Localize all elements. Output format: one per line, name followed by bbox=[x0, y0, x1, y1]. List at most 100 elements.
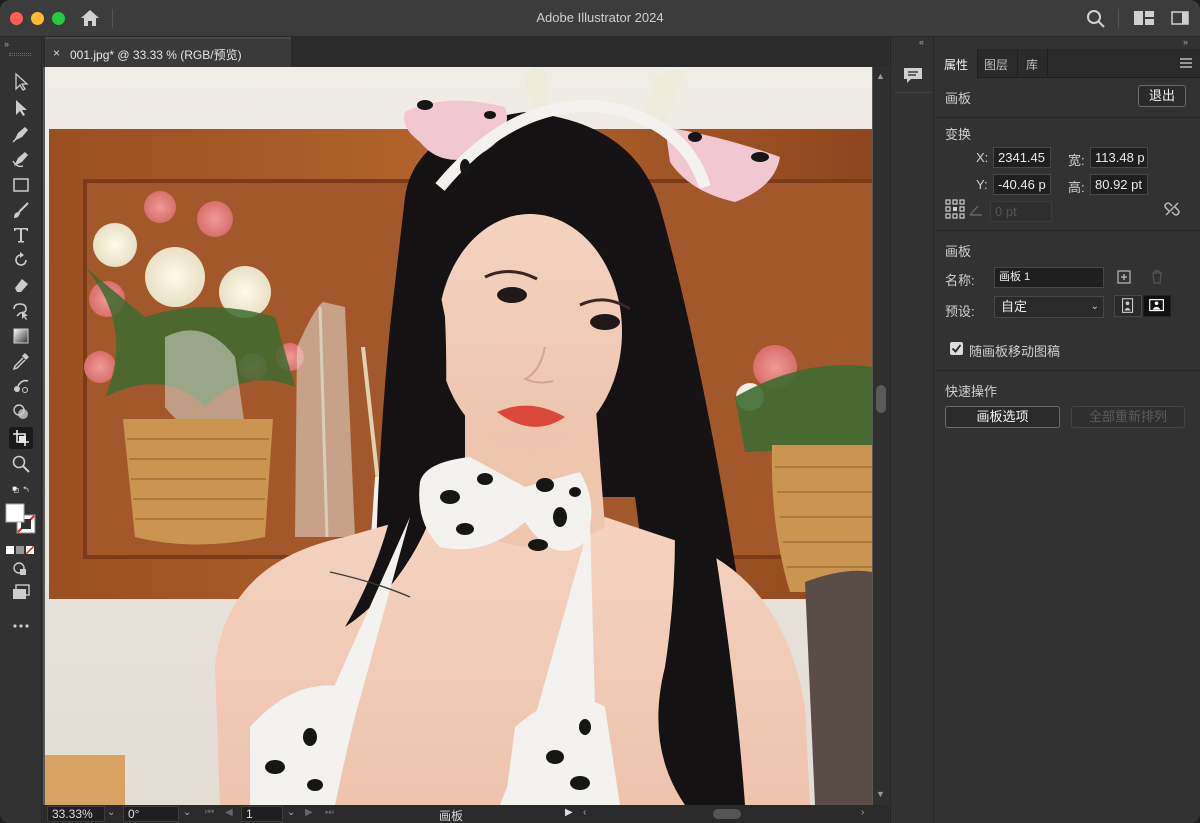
collapse-panel-icon[interactable]: ‹‹ bbox=[919, 37, 924, 47]
move-with-artboard-checkbox[interactable] bbox=[950, 342, 963, 355]
edit-toolbar-icon[interactable] bbox=[9, 615, 33, 637]
panel-divider bbox=[935, 370, 1200, 371]
scroll-right-arrow-icon[interactable]: › bbox=[861, 807, 864, 818]
delete-artboard-icon bbox=[1152, 270, 1162, 284]
comment-icon[interactable] bbox=[902, 65, 924, 85]
panel-menu-icon[interactable] bbox=[1180, 58, 1192, 68]
tools-panel: ›› bbox=[0, 37, 42, 823]
document-tab-bar: × 001.jpg* @ 33.33 % (RGB/预览) bbox=[43, 37, 889, 67]
first-artboard-icon[interactable]: ⏮ bbox=[205, 807, 214, 818]
y-position-field[interactable]: -40.46 p bbox=[993, 174, 1051, 195]
shape-builder-tool-icon[interactable] bbox=[9, 401, 33, 423]
app-title: Adobe Illustrator 2024 bbox=[536, 10, 664, 25]
move-with-artboard-label[interactable]: 随画板移动图稿 bbox=[969, 341, 1060, 360]
comments-panel-strip: ‹‹ bbox=[890, 37, 934, 823]
vertical-scroll-thumb[interactable] bbox=[876, 385, 886, 413]
direct-selection-tool-icon[interactable] bbox=[9, 97, 33, 119]
toolbar-collapse-icon[interactable]: ›› bbox=[4, 39, 9, 49]
tab-layers[interactable]: 图层 bbox=[975, 49, 1019, 78]
paintbrush-tool-icon[interactable] bbox=[9, 199, 33, 221]
collapse-panel-icon[interactable]: ›› bbox=[1183, 37, 1188, 47]
tab-properties[interactable]: 属性 bbox=[935, 49, 979, 78]
preset-select[interactable]: 自定 ⌄ bbox=[994, 296, 1104, 318]
scroll-down-arrow-icon[interactable]: ▼ bbox=[876, 789, 885, 799]
width-field[interactable]: 113.48 p bbox=[1090, 147, 1148, 168]
landscape-icon bbox=[1149, 299, 1164, 312]
artboard-status-label: 画板 bbox=[439, 809, 464, 823]
vertical-scrollbar[interactable]: ▲ ▼ bbox=[873, 67, 889, 805]
properties-panel: ›› 属性 图层 库 画板 退出 变换 X: 2341.45 宽: 113.48… bbox=[935, 37, 1200, 823]
horizontal-scroll-thumb[interactable] bbox=[713, 809, 741, 819]
selection-tool-icon[interactable] bbox=[9, 71, 33, 93]
scroll-left-arrow-icon[interactable]: ‹ bbox=[583, 807, 586, 818]
artboard-number-field[interactable]: 1 bbox=[241, 806, 283, 822]
height-label: 高: bbox=[1068, 180, 1085, 195]
toolbar-grip[interactable] bbox=[9, 53, 31, 56]
title-divider-right bbox=[1118, 9, 1119, 28]
x-position-field[interactable]: 2341.45 bbox=[993, 147, 1051, 168]
title-bar: Adobe Illustrator 2024 bbox=[0, 0, 1200, 37]
workspace-layout-icon[interactable] bbox=[1134, 11, 1154, 25]
search-icon[interactable] bbox=[1086, 9, 1106, 29]
pen-tool-icon[interactable] bbox=[9, 123, 33, 145]
curvature-tool-icon[interactable] bbox=[9, 148, 33, 170]
panel-toggle-icon[interactable] bbox=[1171, 11, 1189, 25]
scroll-up-arrow-icon[interactable]: ▲ bbox=[876, 71, 885, 81]
fill-stroke-swap-icon[interactable] bbox=[3, 479, 39, 501]
strip-divider bbox=[895, 92, 931, 93]
zoom-level-field[interactable]: 33.33% bbox=[47, 806, 105, 822]
rotation-dropdown-chevron-icon[interactable]: ⌄ bbox=[183, 807, 191, 818]
rearrange-all-button: 全部重新排列 bbox=[1071, 406, 1185, 428]
screen-mode-icon[interactable] bbox=[9, 581, 33, 603]
constrain-proportions-icon[interactable] bbox=[1163, 200, 1181, 218]
draw-mode-icon[interactable] bbox=[9, 557, 33, 579]
panel-divider bbox=[935, 117, 1200, 118]
last-artboard-icon[interactable]: ⏭ bbox=[325, 807, 334, 818]
artboard-name-field[interactable]: 画板 1 bbox=[994, 267, 1104, 288]
reference-point-icon[interactable] bbox=[945, 199, 965, 219]
artboard-options-button[interactable]: 画板选项 bbox=[945, 406, 1060, 428]
document-tab-label: 001.jpg* @ 33.33 % (RGB/预览) bbox=[70, 48, 242, 62]
eraser-tool-icon[interactable] bbox=[9, 274, 33, 296]
type-tool-icon[interactable] bbox=[9, 224, 33, 246]
width-label: 宽: bbox=[1068, 153, 1085, 168]
quick-actions-heading: 快速操作 bbox=[945, 384, 998, 399]
panel-divider bbox=[935, 230, 1200, 231]
name-label: 名称: bbox=[945, 273, 975, 288]
free-transform-tool-icon[interactable] bbox=[9, 300, 33, 322]
next-artboard-icon[interactable]: ▶ bbox=[305, 807, 313, 818]
blend-tool-icon[interactable] bbox=[9, 375, 33, 397]
transform-heading: 变换 bbox=[945, 127, 972, 142]
status-bar: 33.33% ⌄ 0° ⌄ ⏮ ◀ 1 ⌄ ▶ ⏭ 画板 ▶ ‹ › bbox=[43, 805, 889, 823]
exit-button[interactable]: 退出 bbox=[1138, 85, 1186, 107]
rotate-tool-icon[interactable] bbox=[9, 249, 33, 271]
artboard-tool-icon[interactable] bbox=[9, 427, 33, 449]
rotation-field[interactable]: 0° bbox=[123, 806, 179, 822]
document-tab[interactable]: × 001.jpg* @ 33.33 % (RGB/预览) bbox=[45, 37, 291, 67]
zoom-tool-icon[interactable] bbox=[9, 453, 33, 475]
portrait-orientation-button[interactable] bbox=[1114, 295, 1142, 317]
gradient-tool-icon[interactable] bbox=[9, 325, 33, 347]
eyedropper-tool-icon[interactable] bbox=[9, 350, 33, 372]
status-menu-arrow-icon[interactable]: ▶ bbox=[565, 807, 573, 818]
y-label: Y: bbox=[976, 177, 988, 192]
checkmark-icon bbox=[951, 344, 962, 353]
canvas-area[interactable]: ▲ ▼ bbox=[43, 67, 889, 805]
previous-artboard-icon[interactable]: ◀ bbox=[225, 807, 233, 818]
height-field[interactable]: 80.92 pt bbox=[1090, 174, 1148, 195]
artboard-photo[interactable] bbox=[45, 67, 872, 805]
close-tab-icon[interactable]: × bbox=[53, 46, 60, 60]
zoom-dropdown-chevron-icon[interactable]: ⌄ bbox=[107, 807, 115, 818]
x-label: X: bbox=[976, 150, 989, 165]
add-artboard-icon[interactable] bbox=[1116, 269, 1132, 285]
chevron-down-icon: ⌄ bbox=[1090, 301, 1099, 312]
app-window: Adobe Illustrator 2024 ›› × 001.jpg* @ 3… bbox=[0, 0, 1200, 823]
landscape-orientation-button[interactable] bbox=[1143, 295, 1171, 317]
rotate-angle-field: 0 pt bbox=[990, 201, 1052, 222]
tab-libraries[interactable]: 库 bbox=[1017, 49, 1049, 78]
artboard-dropdown-chevron-icon[interactable]: ⌄ bbox=[287, 807, 295, 818]
rectangle-tool-icon[interactable] bbox=[9, 174, 33, 196]
fill-stroke-swatch[interactable] bbox=[5, 503, 37, 537]
portrait-icon bbox=[1122, 298, 1134, 313]
placed-photo-image bbox=[45, 67, 872, 805]
